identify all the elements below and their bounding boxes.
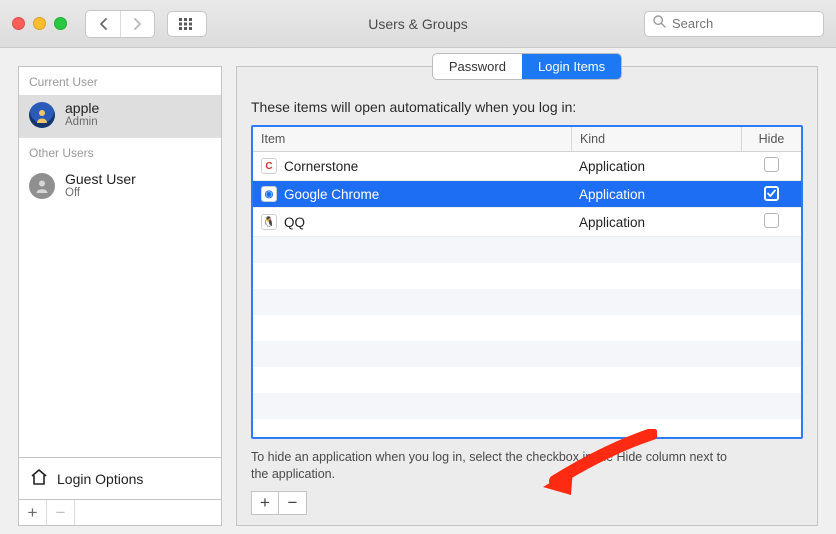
users-sidebar: Current User apple Admin Other Users Gue… bbox=[18, 66, 222, 526]
window-controls bbox=[12, 17, 67, 30]
login-items-instruction: These items will open automatically when… bbox=[251, 99, 803, 115]
add-user-button[interactable]: + bbox=[19, 500, 47, 525]
app-icon: C bbox=[261, 158, 277, 174]
app-icon: ◉ bbox=[261, 186, 277, 202]
app-icon: 🐧 bbox=[261, 214, 277, 230]
tab-bar: Password Login Items bbox=[237, 53, 817, 80]
login-options-button[interactable]: Login Options bbox=[19, 457, 221, 499]
avatar bbox=[29, 102, 55, 128]
login-options-label: Login Options bbox=[57, 471, 143, 487]
forward-button[interactable] bbox=[120, 11, 154, 37]
table-body: C Cornerstone Application ◉ Google Chrome App… bbox=[253, 152, 801, 437]
user-name: Guest User bbox=[65, 172, 136, 187]
remove-user-button: − bbox=[47, 500, 75, 525]
login-items-table: Item Kind Hide C Cornerstone Application ◉ G… bbox=[251, 125, 803, 439]
close-window-button[interactable] bbox=[12, 17, 25, 30]
col-header-hide[interactable]: Hide bbox=[741, 127, 801, 151]
user-role: Off bbox=[65, 187, 136, 200]
search-input[interactable] bbox=[672, 16, 815, 31]
item-kind: Application bbox=[571, 210, 741, 235]
sidebar-header-other: Other Users bbox=[19, 137, 221, 166]
main-panel: Password Login Items These items will op… bbox=[236, 66, 818, 526]
sidebar-header-current: Current User bbox=[19, 67, 221, 95]
remove-login-item-button[interactable]: − bbox=[279, 491, 307, 515]
sidebar-user-guest[interactable]: Guest User Off bbox=[19, 166, 221, 208]
zoom-window-button[interactable] bbox=[54, 17, 67, 30]
table-header: Item Kind Hide bbox=[253, 127, 801, 152]
item-name: QQ bbox=[284, 215, 305, 230]
content: Current User apple Admin Other Users Gue… bbox=[0, 48, 836, 534]
chevron-right-icon bbox=[133, 18, 142, 30]
user-role: Admin bbox=[65, 116, 99, 129]
add-login-item-button[interactable]: + bbox=[251, 491, 279, 515]
hide-hint-text: To hide an application when you log in, … bbox=[251, 449, 731, 483]
tab-login-items[interactable]: Login Items bbox=[522, 54, 621, 79]
back-button[interactable] bbox=[86, 11, 120, 37]
hide-checkbox[interactable] bbox=[764, 157, 779, 172]
avatar bbox=[29, 173, 55, 199]
hide-checkbox[interactable] bbox=[764, 186, 779, 201]
show-all-button[interactable] bbox=[167, 11, 207, 37]
table-row[interactable]: 🐧 QQ Application bbox=[253, 208, 801, 237]
titlebar: Users & Groups bbox=[0, 0, 836, 48]
col-header-item[interactable]: Item bbox=[253, 127, 571, 151]
chevron-left-icon bbox=[99, 18, 108, 30]
hide-checkbox[interactable] bbox=[764, 213, 779, 228]
table-row[interactable]: ◉ Google Chrome Application bbox=[253, 181, 801, 208]
sidebar-footer: + − bbox=[19, 499, 221, 525]
user-name: apple bbox=[65, 101, 99, 116]
item-name: Google Chrome bbox=[284, 187, 379, 202]
grid-icon bbox=[179, 18, 195, 30]
login-items-add-remove: + − bbox=[251, 491, 803, 515]
item-kind: Application bbox=[571, 154, 741, 179]
home-icon bbox=[29, 467, 49, 490]
nav-group bbox=[85, 10, 155, 38]
item-name: Cornerstone bbox=[284, 159, 358, 174]
minimize-window-button[interactable] bbox=[33, 17, 46, 30]
tab-password[interactable]: Password bbox=[433, 54, 522, 79]
item-kind: Application bbox=[571, 182, 741, 207]
sidebar-user-current[interactable]: apple Admin bbox=[19, 95, 221, 137]
table-row[interactable]: C Cornerstone Application bbox=[253, 152, 801, 181]
search-icon bbox=[653, 15, 666, 33]
search-field-wrap[interactable] bbox=[644, 11, 824, 37]
col-header-kind[interactable]: Kind bbox=[571, 127, 741, 151]
